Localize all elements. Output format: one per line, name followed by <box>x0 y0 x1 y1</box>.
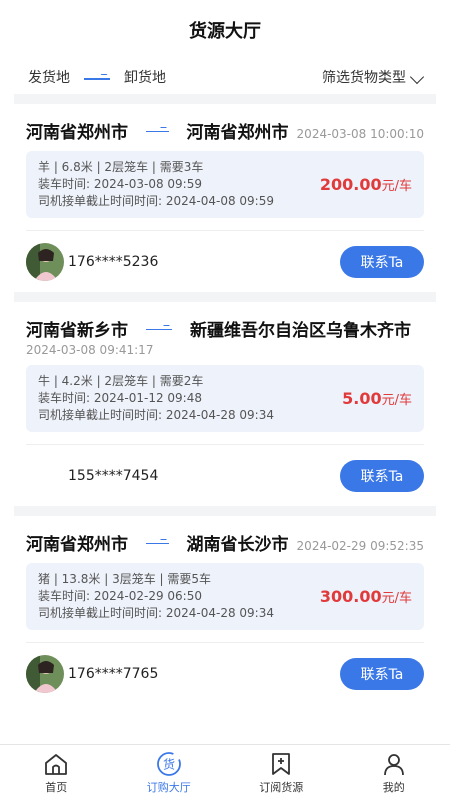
cargo-spec: 猪 | 13.8米 | 3层笼车 | 需要5车 <box>38 572 212 586</box>
price: 300.00元/车 <box>320 587 412 606</box>
cargo-spec: 羊 | 6.8米 | 2层笼车 | 需要3车 <box>38 160 204 174</box>
price-value: 200.00 <box>319 175 382 194</box>
price: 200.00元/车 <box>320 175 412 194</box>
avatar <box>26 654 64 693</box>
tab-subscribe-label: 订阅货源 <box>259 780 304 794</box>
contact-row: 176****7765 联系Ta <box>26 642 424 704</box>
route-arrow-icon <box>146 126 169 136</box>
avatar <box>26 242 64 281</box>
phone-number: 176****5236 <box>68 253 159 270</box>
tab-home[interactable]: 首页 <box>0 745 113 800</box>
tab-home-label: 首页 <box>45 780 68 794</box>
price-unit: 元/车 <box>381 591 412 606</box>
destination-city: 湖南省长沙市 <box>186 535 289 555</box>
destination-filter[interactable]: 卸货地 <box>124 67 166 87</box>
cargo-hall-icon: 货 <box>156 751 181 776</box>
route-line: 河南省郑州市 湖南省长沙市 2024-02-29 09:52:35 <box>14 516 436 555</box>
avatar <box>26 457 64 495</box>
cargo-type-filter[interactable]: 筛选货物类型 <box>322 67 425 87</box>
cargo-info-box: 猪 | 13.8米 | 3层笼车 | 需要5车 装车时间: 2024-02-29… <box>26 563 424 630</box>
phone-number: 155****7454 <box>68 467 159 484</box>
deadline: 司机接单截止时间时间: 2024-04-28 09:34 <box>38 408 274 422</box>
cargo-info-box: 羊 | 6.8米 | 2层笼车 | 需要3车 装车时间: 2024-03-08 … <box>26 151 424 218</box>
tab-mine-label: 我的 <box>382 780 405 794</box>
tab-subscribe[interactable]: 订阅货源 <box>225 745 338 800</box>
price-value: 300.00 <box>319 587 382 606</box>
destination-city: 河南省郑州市 <box>186 123 289 143</box>
tab-mine[interactable]: 我的 <box>338 745 450 800</box>
bottom-tab-bar: 首页 货 订购大厅 订阅货源 我的 <box>0 744 450 800</box>
contact-row: 176****5236 联系Ta <box>26 230 424 292</box>
hall-icon-char: 货 <box>163 756 175 771</box>
tab-hall-label: 订购大厅 <box>146 780 191 794</box>
posted-time: 2024-03-08 10:00:10 <box>296 127 424 141</box>
price: 5.00元/车 <box>342 389 412 408</box>
contact-button[interactable]: 联系Ta <box>340 459 424 492</box>
deadline: 司机接单截止时间时间: 2024-04-08 09:59 <box>38 194 274 208</box>
cargo-card[interactable]: 河南省新乡市 新疆维吾尔自治区乌鲁木齐市 2024-03-08 09:41:17… <box>0 302 450 506</box>
cargo-info-box: 牛 | 4.2米 | 2层笼车 | 需要2车 装车时间: 2024-01-12 … <box>26 365 424 432</box>
home-icon <box>45 753 68 775</box>
phone-number: 176****7765 <box>68 665 159 682</box>
deadline: 司机接单截止时间时间: 2024-04-28 09:34 <box>38 606 274 620</box>
page-title: 货源大厅 <box>189 21 261 42</box>
cargo-type-filter-label: 筛选货物类型 <box>322 70 406 86</box>
load-time: 装车时间: 2024-02-29 06:50 <box>38 589 202 603</box>
user-icon <box>383 753 404 775</box>
price-value: 5.00 <box>342 389 382 408</box>
origin-city: 河南省郑州市 <box>26 123 128 143</box>
origin-city: 河南省新乡市 <box>26 321 128 341</box>
bookmark-add-icon <box>272 752 291 775</box>
posted-time: 2024-03-08 09:41:17 <box>26 343 154 357</box>
cargo-card[interactable]: 河南省郑州市 湖南省长沙市 2024-02-29 09:52:35 猪 | 13… <box>0 516 450 704</box>
divider <box>14 94 436 104</box>
contact-button[interactable]: 联系Ta <box>340 657 424 690</box>
header: 货源大厅 <box>0 0 450 60</box>
route-arrow-icon <box>146 538 169 548</box>
tab-hall[interactable]: 货 订购大厅 <box>113 745 226 800</box>
route-arrow-icon <box>84 72 110 82</box>
route-line: 河南省郑州市 河南省郑州市 2024-03-08 10:00:10 <box>14 104 436 143</box>
contact-row: 155****7454 联系Ta <box>26 444 424 506</box>
posted-time: 2024-02-29 09:52:35 <box>296 539 424 553</box>
destination-city: 新疆维吾尔自治区乌鲁木齐市 <box>190 321 411 341</box>
filter-bar: 发货地 卸货地 筛选货物类型 <box>0 60 450 94</box>
origin-filter[interactable]: 发货地 <box>28 67 70 87</box>
page: 货源大厅 发货地 卸货地 筛选货物类型 河南省郑州市 河南省郑州市 2024-0… <box>0 0 450 800</box>
divider <box>14 506 436 516</box>
load-time: 装车时间: 2024-01-12 09:48 <box>38 391 202 405</box>
price-unit: 元/车 <box>381 179 412 194</box>
route-line: 河南省新乡市 新疆维吾尔自治区乌鲁木齐市 <box>14 302 436 341</box>
cargo-spec: 牛 | 4.2米 | 2层笼车 | 需要2车 <box>38 374 204 388</box>
chevron-down-icon <box>409 69 425 85</box>
route-arrow-icon <box>146 324 172 334</box>
price-unit: 元/车 <box>381 393 412 408</box>
load-time: 装车时间: 2024-03-08 09:59 <box>38 177 202 191</box>
contact-button[interactable]: 联系Ta <box>340 245 424 278</box>
divider <box>14 292 436 302</box>
cargo-card[interactable]: 河南省郑州市 河南省郑州市 2024-03-08 10:00:10 羊 | 6.… <box>0 104 450 292</box>
origin-city: 河南省郑州市 <box>26 535 128 555</box>
